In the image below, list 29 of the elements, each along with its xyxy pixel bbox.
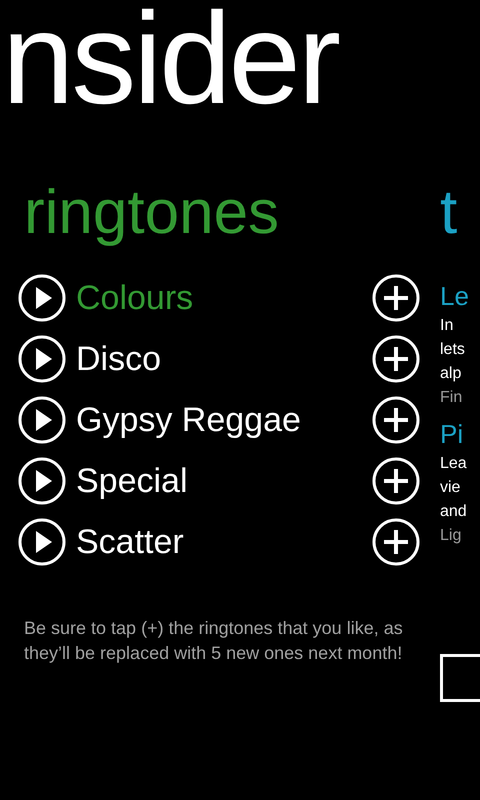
article-text: vie	[440, 478, 460, 498]
article-text: alp	[440, 364, 462, 384]
article-text: In	[440, 316, 454, 336]
play-icon[interactable]	[18, 335, 66, 383]
ringtone-name[interactable]: Gypsy Reggae	[76, 400, 364, 440]
ringtone-name[interactable]: Colours	[76, 278, 364, 318]
add-icon[interactable]	[372, 274, 420, 322]
article-text: and	[440, 502, 467, 522]
article-title[interactable]: Pi	[440, 416, 464, 452]
add-icon[interactable]	[372, 518, 420, 566]
play-icon[interactable]	[18, 396, 66, 444]
note-text: Be sure to tap (+) the ringtones that you like, as they’ll be replaced with 5 new ones next month!	[24, 617, 404, 665]
play-icon[interactable]	[18, 518, 66, 566]
article-text: Lea	[440, 454, 467, 474]
ringtone-name[interactable]: Special	[76, 462, 364, 500]
app-title: nsider	[2, 0, 338, 128]
add-icon[interactable]	[372, 396, 420, 444]
article-title[interactable]: Le	[440, 278, 469, 314]
play-icon[interactable]	[18, 274, 66, 322]
article-meta: Lig	[440, 526, 462, 546]
section-heading: ringtones	[24, 178, 280, 248]
ringtone-name[interactable]: Disco	[76, 340, 364, 378]
add-icon[interactable]	[372, 457, 420, 505]
article-text: lets	[440, 340, 465, 360]
ringtone-name[interactable]: Scatter	[76, 522, 364, 562]
play-icon[interactable]	[18, 457, 66, 505]
article-meta: Fin	[440, 388, 462, 408]
add-icon[interactable]	[372, 335, 420, 383]
section-heading: t	[440, 178, 458, 248]
